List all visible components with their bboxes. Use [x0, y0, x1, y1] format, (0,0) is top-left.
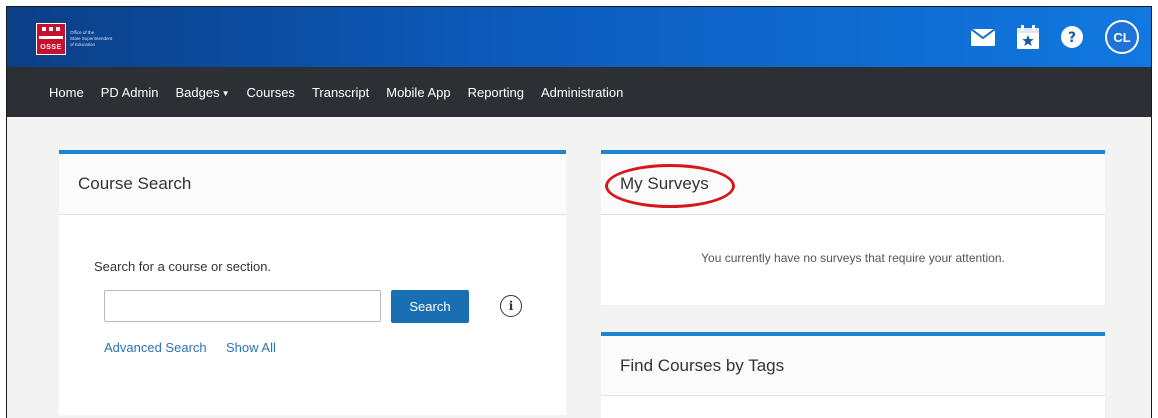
logo-stars [42, 27, 60, 31]
info-icon[interactable]: i [500, 295, 522, 317]
logo-abbrev: OSSE [40, 44, 62, 51]
my-surveys-header: My Surveys [601, 154, 1105, 215]
user-avatar[interactable]: CL [1105, 20, 1139, 54]
top-banner: OSSE Office of the State Superintendent … [7, 7, 1151, 67]
caret-down-icon: ▼ [221, 88, 230, 98]
nav-badges[interactable]: Badges ▼ [176, 85, 230, 100]
search-button[interactable]: Search [391, 290, 469, 323]
course-search-input[interactable] [104, 290, 381, 322]
nav-home[interactable]: Home [49, 85, 84, 100]
surveys-empty-message: You currently have no surveys that requi… [701, 251, 1005, 265]
nav-transcript[interactable]: Transcript [312, 85, 369, 100]
main-nav: Home PD Admin Badges ▼ Courses Transcript… [7, 67, 1151, 117]
course-search-panel: Course Search Search for a course or sec… [59, 150, 566, 415]
mail-icon[interactable] [971, 28, 995, 46]
header-actions: ? CL [971, 7, 1151, 67]
search-label: Search for a course or section. [94, 259, 272, 274]
nav-mobile-app[interactable]: Mobile App [386, 85, 450, 100]
osse-logo-mark: OSSE [36, 23, 66, 55]
course-search-title: Course Search [59, 154, 566, 215]
logo-line: of Education [70, 42, 96, 47]
nav-courses[interactable]: Courses [247, 85, 295, 100]
osse-logo[interactable]: OSSE Office of the State Superintendent … [36, 21, 150, 57]
nav-badges-label: Badges [175, 84, 220, 100]
help-icon[interactable]: ? [1061, 26, 1083, 48]
my-surveys-panel: My Surveys You currently have no surveys… [601, 150, 1105, 305]
course-tags-panel: Find Courses by Tags [601, 332, 1105, 418]
highlight-circle [605, 164, 735, 208]
show-all-link[interactable]: Show All [226, 340, 276, 355]
logo-text: Office of the State Superintendent of Ed… [70, 30, 150, 48]
app-window: OSSE Office of the State Superintendent … [6, 6, 1152, 418]
nav-reporting[interactable]: Reporting [468, 85, 524, 100]
nav-pd-admin[interactable]: PD Admin [101, 85, 159, 100]
advanced-search-link[interactable]: Advanced Search [104, 340, 207, 355]
logo-bar [39, 36, 63, 39]
svg-text:?: ? [1068, 30, 1076, 46]
calendar-star-icon[interactable] [1017, 25, 1039, 49]
nav-administration[interactable]: Administration [541, 85, 623, 100]
course-tags-title: Find Courses by Tags [601, 336, 1105, 396]
